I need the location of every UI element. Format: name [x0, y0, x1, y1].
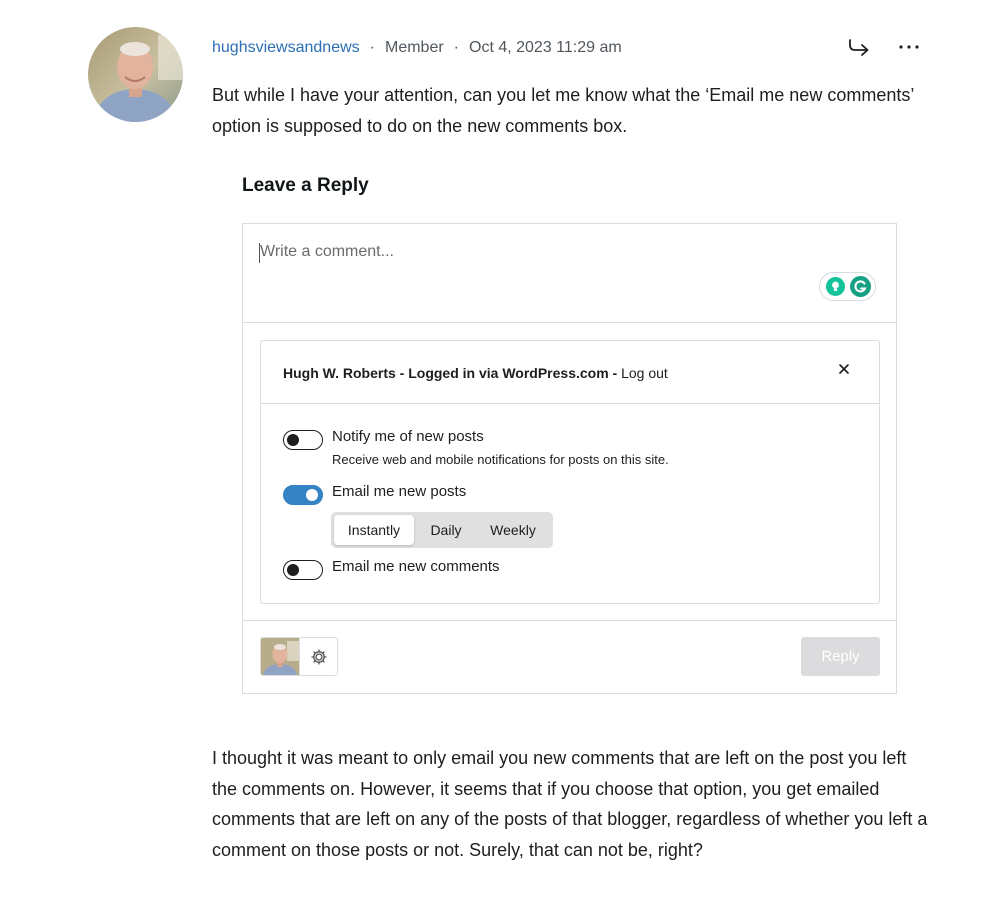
email-comments-label: Email me new comments [332, 558, 500, 575]
grammarly-logo-icon [850, 276, 871, 297]
login-header: Hugh W. Roberts - Logged in via WordPres… [261, 341, 879, 404]
toggle-knob [306, 488, 318, 501]
toggle-knob [287, 563, 299, 576]
comment-textarea[interactable]: Write a comment... [243, 224, 896, 323]
notify-posts-description: Receive web and mobile notifications for… [332, 452, 669, 467]
reply-heading: Leave a Reply [242, 175, 369, 196]
author-link[interactable]: hughsviewsandnews [212, 39, 360, 57]
toggle-knob [287, 433, 299, 446]
comment-paragraph: But while I have your attention, can you… [212, 85, 914, 136]
more-dots-icon[interactable] [896, 36, 924, 58]
author-role: Member [384, 39, 444, 56]
user-avatar[interactable] [260, 637, 299, 676]
login-text: Hugh W. Roberts - Logged in via WordPres… [283, 365, 622, 381]
login-status: Hugh W. Roberts - Logged in via WordPres… [283, 365, 668, 381]
settings-button[interactable] [299, 637, 338, 676]
comment-placeholder: Write a comment... [260, 243, 394, 260]
grammarly-icon[interactable] [819, 272, 876, 301]
reply-arrow-icon[interactable] [846, 36, 872, 58]
meta-separator: · [453, 39, 459, 56]
subscription-panel: Hugh W. Roberts - Logged in via WordPres… [260, 340, 880, 604]
reply-form: Write a comment... Hugh W. Roberts - Log… [242, 223, 897, 694]
frequency-selector: Instantly Daily Weekly [331, 512, 553, 548]
email-comments-toggle[interactable] [283, 560, 323, 580]
comment-meta: hughsviewsandnews · Member · Oct 4, 2023… [212, 38, 622, 58]
form-footer: Reply [243, 620, 896, 693]
close-icon[interactable] [837, 362, 851, 376]
email-posts-label: Email me new posts [332, 483, 467, 500]
notify-posts-label: Notify me of new posts [332, 428, 484, 445]
reply-button[interactable]: Reply [801, 637, 880, 676]
meta-separator: · [369, 39, 375, 56]
grammarly-bulb-icon [826, 277, 845, 296]
notify-posts-toggle[interactable] [283, 430, 323, 450]
email-posts-toggle[interactable] [283, 485, 323, 505]
frequency-instantly[interactable]: Instantly [334, 515, 414, 545]
frequency-weekly[interactable]: Weekly [477, 515, 549, 545]
comment-paragraph: I thought it was meant to only email you… [212, 748, 928, 860]
comment-date[interactable]: Oct 4, 2023 11:29 am [469, 39, 622, 57]
gear-icon [310, 648, 327, 665]
frequency-daily[interactable]: Daily [417, 515, 475, 545]
logout-link[interactable]: Log out [621, 365, 668, 381]
avatar[interactable] [88, 27, 183, 122]
